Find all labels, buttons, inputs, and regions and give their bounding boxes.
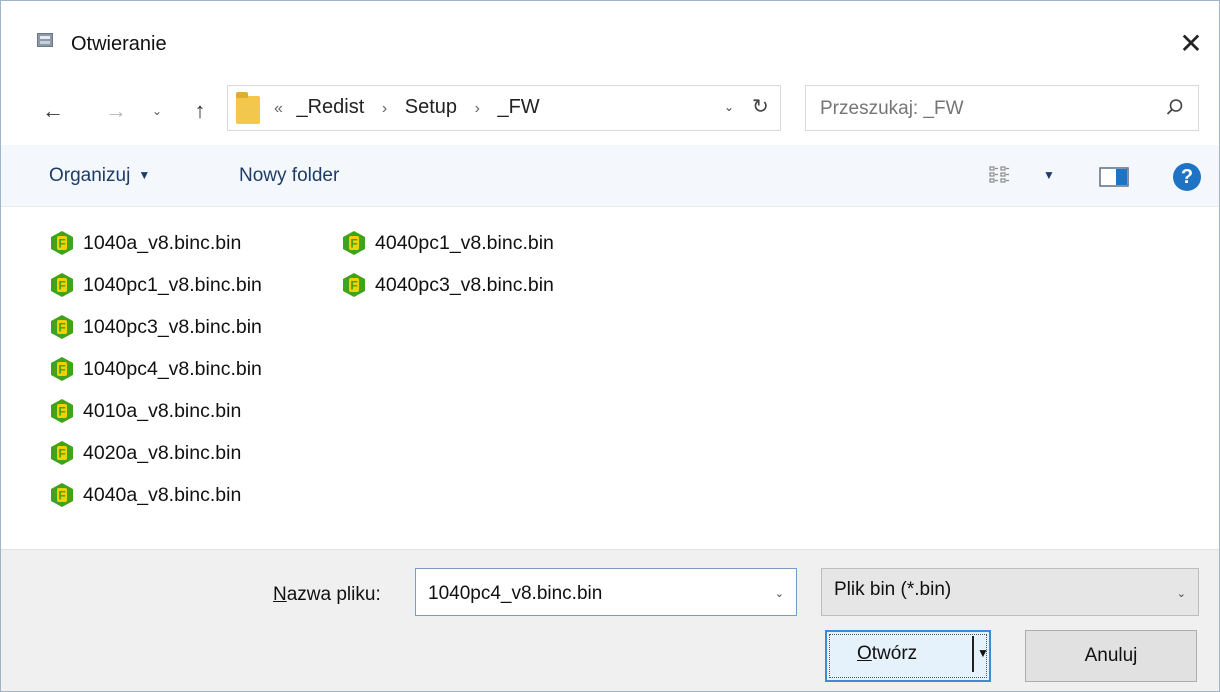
green-f-file-icon: F bbox=[343, 231, 365, 255]
breadcrumb-item-redist[interactable]: _Redist bbox=[296, 96, 364, 118]
help-button[interactable]: ? bbox=[1173, 163, 1201, 191]
svg-text:F: F bbox=[58, 321, 65, 335]
caret-down-icon: ▼ bbox=[138, 168, 151, 182]
help-icon: ? bbox=[1180, 165, 1194, 188]
file-item[interactable]: F 4040a_v8.binc.bin bbox=[49, 475, 241, 515]
address-dropdown-icon[interactable]: ⌄ bbox=[724, 100, 734, 114]
open-button-label: Otwórz bbox=[857, 643, 917, 665]
cancel-button-label: Anuluj bbox=[1084, 645, 1138, 666]
svg-text:F: F bbox=[58, 237, 65, 251]
file-name: 4020a_v8.binc.bin bbox=[83, 441, 242, 464]
file-name: 1040pc1_v8.binc.bin bbox=[83, 273, 262, 296]
svg-text:F: F bbox=[58, 405, 65, 419]
arrow-left-icon: ← bbox=[42, 98, 64, 123]
search-icon[interactable] bbox=[1166, 98, 1184, 116]
file-item[interactable]: F 1040a_v8.binc.bin bbox=[49, 223, 241, 263]
file-name: 1040pc3_v8.binc.bin bbox=[83, 315, 262, 338]
arrow-up-icon: ↑ bbox=[194, 98, 206, 123]
file-list[interactable]: F 1040a_v8.binc.bin F 1040pc1_v8.binc.bin F 1… bbox=[1, 207, 1219, 549]
new-folder-button[interactable]: Nowy folder bbox=[239, 165, 339, 187]
split-arrow-icon[interactable]: ▼ bbox=[977, 646, 989, 660]
open-label-text: twórz bbox=[871, 643, 918, 664]
chevron-down-icon: ⌄ bbox=[151, 104, 163, 118]
svg-text:F: F bbox=[350, 279, 357, 293]
filetype-select[interactable]: Plik bin (*.bin) ⌄ bbox=[821, 568, 1199, 616]
file-item[interactable]: F 1040pc4_v8.binc.bin bbox=[49, 349, 262, 389]
search-input[interactable] bbox=[820, 96, 1150, 122]
file-name: 4040pc3_v8.binc.bin bbox=[375, 273, 554, 296]
split-divider bbox=[972, 636, 974, 672]
open-button[interactable]: Otwórz ▼ bbox=[825, 630, 991, 682]
svg-text:F: F bbox=[58, 279, 65, 293]
file-item[interactable]: F 1040pc3_v8.binc.bin bbox=[49, 307, 262, 347]
navigation-bar: ← → ⌄ ↑ « _Redist › Setup › _FW ⌄ ↻ bbox=[1, 73, 1219, 145]
breadcrumb-item-setup[interactable]: Setup bbox=[405, 96, 457, 118]
title-bar: Otwieranie ✕ bbox=[1, 1, 1219, 73]
cancel-button[interactable]: Anuluj bbox=[1025, 630, 1197, 682]
file-name: 1040a_v8.binc.bin bbox=[83, 231, 242, 254]
file-item[interactable]: F 4040pc1_v8.binc.bin bbox=[341, 223, 554, 263]
green-f-file-icon: F bbox=[51, 273, 73, 297]
file-name: 4040a_v8.binc.bin bbox=[83, 483, 242, 506]
file-item[interactable]: F 1040pc1_v8.binc.bin bbox=[49, 265, 262, 305]
preview-pane-button[interactable] bbox=[1099, 165, 1129, 189]
recent-locations-button[interactable]: ⌄ bbox=[147, 97, 167, 125]
svg-text:F: F bbox=[58, 363, 65, 377]
refresh-icon[interactable]: ↻ bbox=[752, 94, 769, 119]
filename-label-accelerator: N bbox=[273, 584, 287, 605]
app-icon bbox=[37, 33, 53, 47]
organize-button[interactable]: Organizuj ▼ bbox=[49, 165, 150, 187]
svg-text:F: F bbox=[350, 237, 357, 251]
breadcrumb-separator-icon[interactable]: › bbox=[475, 100, 480, 117]
filetype-value: Plik bin (*.bin) bbox=[834, 579, 952, 600]
green-f-file-icon: F bbox=[51, 399, 73, 423]
chevron-down-icon: ⌄ bbox=[1176, 588, 1186, 600]
breadcrumb-separator-icon[interactable]: › bbox=[382, 100, 387, 117]
close-button[interactable]: ✕ bbox=[1171, 23, 1211, 63]
file-item[interactable]: F 4020a_v8.binc.bin bbox=[49, 433, 241, 473]
open-label-accelerator: O bbox=[857, 643, 872, 664]
file-name: 4010a_v8.binc.bin bbox=[83, 399, 242, 422]
green-f-file-icon: F bbox=[51, 441, 73, 465]
file-item[interactable]: F 4010a_v8.binc.bin bbox=[49, 391, 241, 431]
up-button[interactable]: ↑ bbox=[185, 97, 215, 125]
caret-down-icon: ▼ bbox=[1043, 168, 1055, 182]
svg-text:F: F bbox=[58, 489, 65, 503]
arrow-right-icon: → bbox=[105, 98, 127, 123]
close-icon: ✕ bbox=[1179, 27, 1203, 59]
green-f-file-icon: F bbox=[51, 483, 73, 507]
filename-label: Nazwa pliku: bbox=[273, 584, 381, 606]
filename-value[interactable]: 1040pc4_v8.binc.bin bbox=[428, 583, 602, 605]
file-name: 4040pc1_v8.binc.bin bbox=[375, 231, 554, 254]
preview-pane-icon bbox=[1099, 167, 1129, 187]
chevron-down-icon[interactable]: ⌄ bbox=[775, 587, 784, 600]
green-f-file-icon: F bbox=[51, 315, 73, 339]
address-bar[interactable]: « _Redist › Setup › _FW ⌄ ↻ bbox=[227, 85, 781, 131]
search-box[interactable] bbox=[805, 85, 1199, 131]
command-bar: Organizuj ▼ Nowy folder ▼ ? bbox=[1, 145, 1219, 207]
breadcrumb-item-fw[interactable]: _FW bbox=[497, 96, 539, 118]
open-file-dialog: Otwieranie ✕ ← → ⌄ ↑ « _Redist › Setup ›… bbox=[0, 0, 1220, 692]
change-view-button[interactable]: ▼ bbox=[989, 163, 1063, 191]
green-f-file-icon: F bbox=[51, 357, 73, 381]
file-item[interactable]: F 4040pc3_v8.binc.bin bbox=[341, 265, 554, 305]
forward-button[interactable]: → bbox=[101, 97, 131, 125]
svg-text:F: F bbox=[58, 447, 65, 461]
file-name: 1040pc4_v8.binc.bin bbox=[83, 357, 262, 380]
organize-label: Organizuj bbox=[49, 165, 131, 186]
green-f-file-icon: F bbox=[51, 231, 73, 255]
view-options-icon bbox=[989, 166, 1009, 183]
window-title: Otwieranie bbox=[71, 33, 167, 55]
filename-label-text: azwa pliku: bbox=[286, 584, 381, 605]
back-button[interactable]: ← bbox=[37, 97, 69, 125]
folder-icon bbox=[236, 92, 260, 124]
green-f-file-icon: F bbox=[343, 273, 365, 297]
breadcrumb: « _Redist › Setup › _FW bbox=[274, 96, 540, 119]
breadcrumb-overflow[interactable]: « bbox=[274, 100, 283, 117]
dialog-footer: Nazwa pliku: 1040pc4_v8.binc.bin ⌄ Plik … bbox=[1, 549, 1219, 691]
filename-field[interactable]: 1040pc4_v8.binc.bin ⌄ bbox=[415, 568, 797, 616]
